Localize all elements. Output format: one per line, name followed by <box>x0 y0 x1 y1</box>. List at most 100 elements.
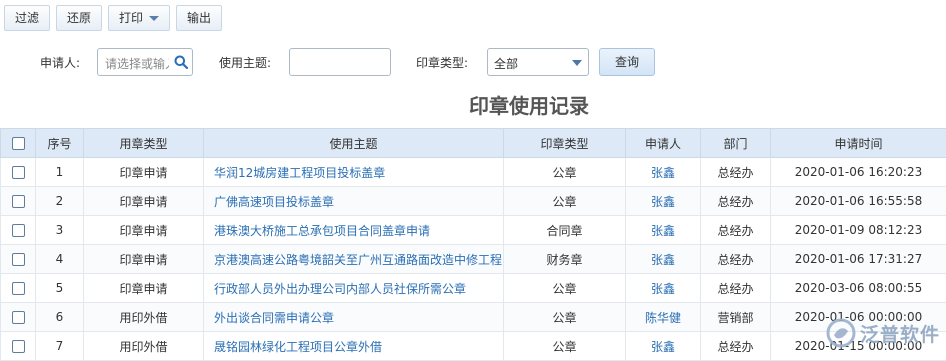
records-table: 序号 用章类型 使用主题 印章类型 申请人 部门 申请时间 1 印章申请 华润12城… <box>0 128 946 361</box>
seal-type-value: 全部 <box>494 57 519 71</box>
filter-button[interactable]: 过滤 <box>4 5 51 31</box>
row-subject-link[interactable]: 外出谈合同需申请公章 <box>203 302 504 332</box>
table-row[interactable]: 2 印章申请 广佛高速项目投标盖章 公章 张鑫 总经办 2020-01-06 16:55:5… <box>0 186 946 216</box>
table-row[interactable]: 1 印章申请 华润12城房建工程项目投标盖章 公章 张鑫 总经办 2020-01-06 16… <box>0 157 946 187</box>
row-department: 总经办 <box>700 157 771 187</box>
print-button[interactable]: 打印 <box>108 5 171 31</box>
export-button-label: 输出 <box>187 11 212 25</box>
row-checkbox[interactable] <box>11 340 25 353</box>
watermark-logo: 泛普软件 <box>826 318 940 348</box>
row-seal-type: 公章 <box>503 186 626 216</box>
chevron-down-icon <box>572 60 582 66</box>
row-number: 2 <box>35 186 84 216</box>
row-subject-link[interactable]: 华润12城房建工程项目投标盖章 <box>203 157 504 187</box>
column-header[interactable]: 使用主题 <box>203 128 504 158</box>
applicant-placeholder: 请选择或输入 <box>105 57 169 71</box>
row-checkbox[interactable] <box>11 311 25 324</box>
row-applicant-link[interactable]: 陈华健 <box>625 302 701 332</box>
row-department: 总经办 <box>700 186 771 216</box>
column-header[interactable]: 序号 <box>35 128 84 158</box>
row-apply-time: 2020-03-06 08:00:55 <box>770 273 946 303</box>
toolbar: 过滤 还原 打印 输出 <box>0 0 946 36</box>
row-department: 总经办 <box>700 215 771 245</box>
column-header[interactable]: 印章类型 <box>503 128 626 158</box>
column-header[interactable]: 申请时间 <box>770 128 946 158</box>
row-number: 1 <box>35 157 84 187</box>
row-applicant-link[interactable]: 张鑫 <box>625 186 701 216</box>
row-use-type: 印章申请 <box>83 244 204 274</box>
row-use-type: 用印外借 <box>83 331 204 361</box>
table-row[interactable]: 5 印章申请 行政部人员外出办理公司内部人员社保所需公章 公章 张鑫 总经办 2020-03… <box>0 273 946 303</box>
row-apply-time: 2020-01-06 16:55:58 <box>770 186 946 216</box>
row-apply-time: 2020-01-09 08:12:23 <box>770 215 946 245</box>
row-applicant-link[interactable]: 张鑫 <box>625 273 701 303</box>
seal-type-label: 印章类型: <box>416 56 469 70</box>
row-apply-time: 2020-01-06 16:20:23 <box>770 157 946 187</box>
row-checkbox[interactable] <box>11 166 25 179</box>
row-number: 6 <box>35 302 84 332</box>
row-checkbox-cell <box>0 186 36 216</box>
row-use-type: 用印外借 <box>83 302 204 332</box>
row-department: 总经办 <box>700 273 771 303</box>
seal-type-select[interactable]: 全部 <box>487 48 589 76</box>
row-seal-type: 公章 <box>503 302 626 332</box>
filter-button-label: 过滤 <box>15 11 40 25</box>
row-applicant-link[interactable]: 张鑫 <box>625 157 701 187</box>
row-subject-link[interactable]: 广佛高速项目投标盖章 <box>203 186 504 216</box>
applicant-label: 申请人: <box>40 56 81 70</box>
row-seal-type: 公章 <box>503 273 626 303</box>
query-button-label: 查询 <box>614 55 639 69</box>
export-button[interactable]: 输出 <box>176 5 223 31</box>
row-apply-time: 2020-01-06 17:31:27 <box>770 244 946 274</box>
row-seal-type: 公章 <box>503 331 626 361</box>
table-header: 序号 用章类型 使用主题 印章类型 申请人 部门 申请时间 <box>0 128 946 158</box>
row-subject-link[interactable]: 京港澳高速公路粤境韶关至广州互通路面改造中修工程 <box>203 244 504 274</box>
table-row[interactable]: 7 用印外借 晟铭园林绿化工程项目公章外借 公章 张鑫 总经办 2020-01-15 00:… <box>0 331 946 361</box>
row-seal-type: 财务章 <box>503 244 626 274</box>
row-department: 总经办 <box>700 331 771 361</box>
row-number: 3 <box>35 215 84 245</box>
select-all-checkbox[interactable] <box>11 137 25 150</box>
column-header[interactable]: 用章类型 <box>83 128 204 158</box>
row-checkbox[interactable] <box>11 195 25 208</box>
row-checkbox[interactable] <box>11 224 25 237</box>
row-department: 总经办 <box>700 244 771 274</box>
row-seal-type: 合同章 <box>503 215 626 245</box>
row-use-type: 印章申请 <box>83 186 204 216</box>
logo-icon <box>826 318 856 348</box>
row-applicant-link[interactable]: 张鑫 <box>625 331 701 361</box>
row-subject-link[interactable]: 行政部人员外出办理公司内部人员社保所需公章 <box>203 273 504 303</box>
row-number: 5 <box>35 273 84 303</box>
row-checkbox[interactable] <box>11 282 25 295</box>
row-applicant-link[interactable]: 张鑫 <box>625 215 701 245</box>
row-number: 4 <box>35 244 84 274</box>
column-header[interactable]: 申请人 <box>625 128 701 158</box>
row-use-type: 印章申请 <box>83 157 204 187</box>
subject-input[interactable] <box>289 48 391 76</box>
row-number: 7 <box>35 331 84 361</box>
row-department: 营销部 <box>700 302 771 332</box>
row-subject-link[interactable]: 晟铭园林绿化工程项目公章外借 <box>203 331 504 361</box>
column-header[interactable]: 部门 <box>700 128 771 158</box>
table-row[interactable]: 3 印章申请 港珠澳大桥施工总承包项目合同盖章申请 合同章 张鑫 总经办 2020-01-0… <box>0 215 946 245</box>
chevron-down-icon <box>149 15 160 21</box>
search-icon[interactable] <box>174 55 188 69</box>
row-seal-type: 公章 <box>503 157 626 187</box>
watermark-text: 泛普软件 <box>859 323 940 346</box>
row-use-type: 印章申请 <box>83 273 204 303</box>
print-button-label: 打印 <box>119 11 144 25</box>
page-title: 印章使用记录 <box>469 94 589 118</box>
select-all-cell <box>0 128 36 158</box>
filter-bar: 申请人: 请选择或输入 使用主题: 印章类型: 全部 查询 <box>0 46 946 78</box>
row-checkbox[interactable] <box>11 253 25 266</box>
applicant-input[interactable]: 请选择或输入 <box>97 48 193 76</box>
row-use-type: 印章申请 <box>83 215 204 245</box>
row-applicant-link[interactable]: 张鑫 <box>625 244 701 274</box>
query-button[interactable]: 查询 <box>599 48 655 76</box>
table-row[interactable]: 6 用印外借 外出谈合同需申请公章 公章 陈华健 营销部 2020-01-06 00:00:… <box>0 302 946 332</box>
reset-button[interactable]: 还原 <box>56 5 103 31</box>
table-row[interactable]: 4 印章申请 京港澳高速公路粤境韶关至广州互通路面改造中修工程 财务章 张鑫 总经办 202… <box>0 244 946 274</box>
row-checkbox-cell <box>0 273 36 303</box>
row-subject-link[interactable]: 港珠澳大桥施工总承包项目合同盖章申请 <box>203 215 504 245</box>
row-checkbox-cell <box>0 244 36 274</box>
